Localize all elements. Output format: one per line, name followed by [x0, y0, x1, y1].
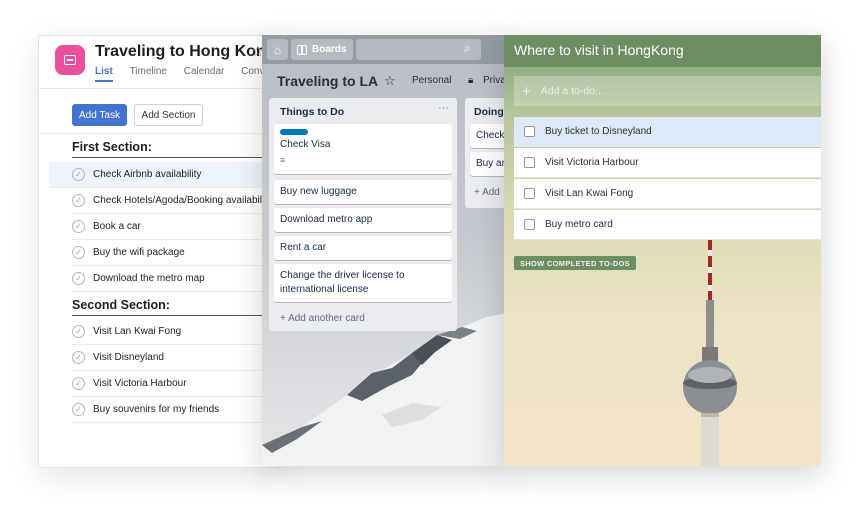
toolbar-divider [39, 133, 279, 134]
list-title[interactable]: Doing [474, 106, 504, 118]
todo-item[interactable]: Buy ticket to Disneyland [514, 117, 821, 147]
board-title[interactable]: Traveling to LA [277, 73, 378, 89]
section-title[interactable]: Second Section: [72, 298, 279, 316]
project-icon [55, 45, 85, 75]
card[interactable]: Download metro app [274, 208, 452, 232]
card-title: Rent a car [280, 242, 327, 253]
boards-icon [297, 44, 307, 55]
todo-checkbox[interactable] [524, 188, 535, 199]
check-circle-icon[interactable]: ✓ [72, 377, 85, 390]
task-row[interactable]: ✓ Visit Victoria Harbour [72, 371, 279, 397]
todo-item[interactable]: Visit Lan Kwai Fong [514, 179, 821, 209]
todo-label: Visit Lan Kwai Fong [545, 188, 634, 199]
plus-icon[interactable]: + [522, 83, 531, 100]
task-label: Visit Disneyland [93, 352, 164, 363]
task-label: Check Hotels/Agoda/Booking availabil [93, 195, 262, 206]
tab-list[interactable]: List [95, 66, 113, 82]
add-card-button[interactable]: + Add another card [280, 313, 365, 324]
boards-label: Boards [312, 44, 347, 55]
project-tabs: List Timeline Calendar Conve [95, 66, 279, 82]
check-circle-icon[interactable]: ✓ [72, 351, 85, 364]
card-title: Check Visa [280, 139, 331, 150]
check-circle-icon[interactable]: ✓ [72, 325, 85, 338]
board-visibility-button[interactable]: Priva [483, 75, 506, 86]
card[interactable]: Check [470, 124, 507, 148]
trello-board-window: ⌂ Boards ⌕ Traveling to LA ☆ Personal 🔒︎… [262, 35, 507, 466]
list-doing: Doing Check Buy an + Add [465, 98, 507, 208]
header-divider [39, 88, 279, 89]
todo-checkbox[interactable] [524, 157, 535, 168]
card[interactable]: Check Visa ≡ [274, 124, 452, 174]
check-circle-icon[interactable]: ✓ [72, 168, 85, 181]
asana-project-window: Traveling to Hong Kong ☆ List Timeline C… [38, 35, 280, 468]
task-label: Visit Victoria Harbour [93, 378, 187, 389]
task-row[interactable]: ✓ Visit Disneyland [72, 345, 279, 371]
check-circle-icon[interactable]: ✓ [72, 272, 85, 285]
task-row[interactable]: ✓ Check Hotels/Agoda/Booking availabil [72, 188, 279, 214]
add-card-button[interactable]: + Add [474, 187, 500, 198]
show-completed-button[interactable]: SHOW COMPLETED TO-DOS [514, 256, 636, 270]
check-circle-icon[interactable]: ✓ [72, 403, 85, 416]
description-icon: ≡ [280, 155, 286, 165]
home-icon[interactable]: ⌂ [267, 39, 288, 60]
todo-label: Buy ticket to Disneyland [545, 126, 652, 137]
card[interactable]: Buy an [470, 152, 507, 176]
star-icon[interactable]: ☆ [384, 73, 396, 89]
add-todo-input[interactable] [540, 85, 791, 97]
task-row[interactable]: ✓ Buy souvenirs for my friends [72, 397, 279, 423]
task-row[interactable]: ✓ Download the metro map [72, 266, 279, 292]
add-task-button[interactable]: Add Task [72, 104, 127, 126]
task-row[interactable]: ✓ Buy the wifi package [72, 240, 279, 266]
check-circle-icon[interactable]: ✓ [72, 194, 85, 207]
todo-checkbox[interactable] [524, 219, 535, 230]
check-circle-icon[interactable]: ✓ [72, 220, 85, 233]
card-title: Change the driver license to internation… [280, 270, 405, 295]
card-title: Check [476, 130, 505, 141]
tab-calendar[interactable]: Calendar [184, 66, 225, 80]
task-row[interactable]: ✓ Visit Lan Kwai Fong [72, 319, 279, 345]
check-circle-icon[interactable]: ✓ [72, 246, 85, 259]
lock-icon: 🔒︎ [468, 75, 474, 86]
task-row[interactable]: ✓ Check Airbnb availability [49, 162, 279, 188]
task-label: Buy souvenirs for my friends [93, 404, 220, 415]
section-title[interactable]: First Section: [72, 140, 279, 158]
boards-button[interactable]: Boards [291, 39, 353, 60]
task-label: Download the metro map [93, 273, 205, 284]
todo-item[interactable]: Buy metro card [514, 210, 821, 240]
card[interactable]: Change the driver license to internation… [274, 264, 452, 302]
todo-checkbox[interactable] [524, 126, 535, 137]
more-icon[interactable]: ··· [438, 102, 449, 114]
card-title: Buy an [476, 158, 507, 169]
card-label [280, 129, 308, 135]
todo-item[interactable]: Visit Victoria Harbour [514, 148, 821, 178]
task-label: Visit Lan Kwai Fong [93, 326, 182, 337]
todo-header: Where to visit in HongKong [504, 35, 821, 67]
todo-list-window: Where to visit in HongKong + Buy ticket … [504, 35, 821, 466]
task-row[interactable]: ✓ Book a car [72, 214, 279, 240]
todo-label: Buy metro card [545, 219, 613, 230]
card[interactable]: Rent a car [274, 236, 452, 260]
todo-label: Visit Victoria Harbour [545, 157, 639, 168]
task-label: Book a car [93, 221, 141, 232]
card[interactable]: Buy new luggage [274, 180, 452, 204]
list-title[interactable]: Things to Do [280, 106, 344, 118]
card-title: Download metro app [280, 214, 373, 225]
card-title: Buy new luggage [280, 186, 357, 197]
add-section-button[interactable]: Add Section [134, 104, 203, 126]
task-label: Check Airbnb availability [93, 169, 202, 180]
list-title: Where to visit in HongKong [514, 42, 684, 58]
search-input[interactable] [356, 39, 481, 60]
search-icon[interactable]: ⌕ [464, 41, 471, 56]
list-things-to-do: Things to Do ··· Check Visa ≡ Buy new lu… [269, 98, 457, 331]
task-label: Buy the wifi package [93, 247, 185, 258]
board-team-button[interactable]: Personal [412, 75, 451, 86]
tab-timeline[interactable]: Timeline [130, 66, 167, 80]
add-todo-row[interactable]: + [514, 76, 821, 106]
project-title: Traveling to Hong Kong [95, 43, 276, 60]
